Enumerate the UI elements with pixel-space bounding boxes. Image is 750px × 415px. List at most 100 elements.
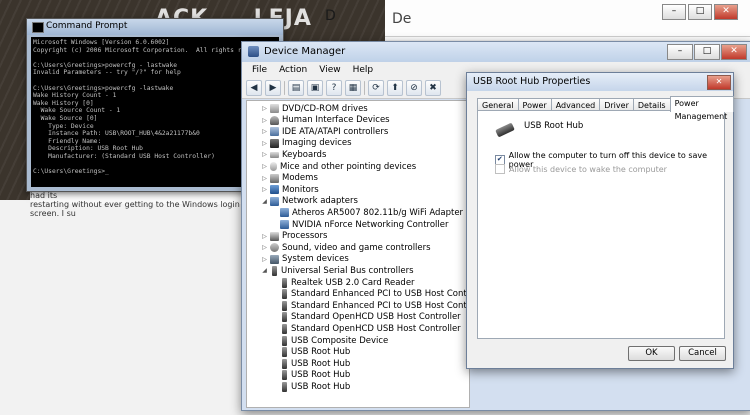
- collapse-icon[interactable]: ◢: [261, 267, 268, 274]
- usb-icon: [282, 381, 287, 392]
- view-icon[interactable]: ▦: [345, 80, 361, 96]
- dialog-close-button[interactable]: ✕: [707, 75, 731, 90]
- device-label: Standard OpenHCD USB Host Controller: [291, 312, 461, 323]
- tab-power-management[interactable]: Power Management: [669, 96, 734, 121]
- usb-icon: [282, 277, 287, 288]
- expand-icon[interactable]: ▷: [261, 140, 268, 147]
- close-button[interactable]: ✕: [714, 4, 738, 20]
- sound-icon: [270, 243, 279, 253]
- ide-icon: [270, 127, 279, 137]
- expand-icon[interactable]: ▷: [261, 163, 268, 170]
- browser-caption-buttons: – □ ✕: [662, 4, 738, 20]
- webpage-title-fragment: De: [392, 11, 412, 27]
- device-category[interactable]: ◢ Network adapters: [261, 196, 358, 207]
- banner-partial-text: D: [325, 8, 336, 24]
- device-category[interactable]: ▷ Processors: [261, 231, 327, 242]
- cancel-button[interactable]: Cancel: [679, 346, 726, 361]
- expand-icon[interactable]: ▷: [261, 175, 268, 182]
- device-label: Realtek USB 2.0 Card Reader: [291, 277, 415, 288]
- usb-root-hub-properties-dialog[interactable]: USB Root Hub Properties ✕ General Power …: [466, 72, 734, 369]
- usb-plug-icon: [495, 122, 515, 138]
- device-item[interactable]: USB Root Hub: [271, 358, 350, 369]
- update-driver-icon[interactable]: ⬆: [387, 80, 403, 96]
- allow-wake-label: Allow this device to wake the computer: [509, 164, 667, 174]
- help-icon[interactable]: ?: [326, 80, 342, 96]
- forward-icon[interactable]: ▶: [265, 80, 281, 96]
- device-item[interactable]: USB Root Hub: [271, 347, 350, 358]
- expand-icon[interactable]: ▷: [261, 186, 268, 193]
- back-icon[interactable]: ◀: [246, 80, 262, 96]
- divider: [385, 36, 750, 37]
- dialog-titlebar[interactable]: USB Root Hub Properties ✕: [467, 73, 733, 91]
- device-category[interactable]: ▷ System devices: [261, 254, 349, 265]
- device-category[interactable]: ▷ Imaging devices: [261, 138, 352, 149]
- scan-hardware-icon[interactable]: ⟳: [368, 80, 384, 96]
- camera-icon: [270, 138, 279, 148]
- device-label: Imaging devices: [282, 138, 352, 149]
- maximize-button[interactable]: □: [694, 44, 720, 60]
- device-category[interactable]: ▷ Human Interface Devices: [261, 115, 389, 126]
- expand-icon[interactable]: ▷: [261, 105, 268, 112]
- device-item[interactable]: Standard Enhanced PCI to USB Host Contro…: [271, 300, 469, 311]
- expand-icon[interactable]: ▷: [261, 128, 268, 135]
- device-manager-titlebar[interactable]: Device Manager – □ ✕: [242, 42, 750, 62]
- ok-button[interactable]: OK: [628, 346, 675, 361]
- expand-icon[interactable]: ▷: [261, 117, 268, 124]
- minimize-button[interactable]: –: [667, 44, 693, 60]
- device-label: USB Root Hub: [291, 358, 351, 369]
- device-category[interactable]: ▷ Sound, video and game controllers: [261, 242, 431, 253]
- properties-icon[interactable]: ▣: [307, 80, 323, 96]
- expand-icon[interactable]: ▷: [261, 244, 268, 251]
- network-icon: [280, 208, 289, 218]
- console-tree-icon[interactable]: ▤: [288, 80, 304, 96]
- device-label: System devices: [282, 254, 349, 265]
- device-item[interactable]: Standard OpenHCD USB Host Controller: [271, 312, 461, 323]
- device-item[interactable]: Atheros AR5007 802.11b/g WiFi Adapter: [271, 207, 463, 218]
- device-label: Universal Serial Bus controllers: [281, 265, 414, 276]
- device-item[interactable]: NVIDIA nForce Networking Controller: [271, 219, 448, 230]
- device-category[interactable]: ▷ DVD/CD-ROM drives: [261, 103, 368, 114]
- device-category[interactable]: ◢ Universal Serial Bus controllers: [261, 265, 414, 276]
- device-item[interactable]: USB Root Hub: [271, 381, 350, 392]
- usb-icon: [282, 289, 287, 300]
- close-button[interactable]: ✕: [721, 44, 747, 60]
- menu-action[interactable]: Action: [277, 65, 309, 75]
- expand-icon[interactable]: ▷: [261, 256, 268, 263]
- command-prompt-titlebar[interactable]: Command Prompt: [27, 19, 283, 35]
- device-category[interactable]: ▷ Keyboards: [261, 149, 326, 160]
- usb-icon: [282, 300, 287, 311]
- disable-device-icon[interactable]: ⊘: [406, 80, 422, 96]
- usb-icon: [282, 323, 287, 334]
- menu-help[interactable]: Help: [351, 65, 376, 75]
- device-item[interactable]: Realtek USB 2.0 Card Reader: [271, 277, 415, 288]
- maximize-button[interactable]: □: [688, 4, 712, 20]
- menu-file[interactable]: File: [250, 65, 269, 75]
- menu-view[interactable]: View: [317, 65, 342, 75]
- device-category[interactable]: ▷ Mice and other pointing devices: [261, 161, 416, 172]
- network-icon: [280, 220, 289, 229]
- device-item[interactable]: USB Root Hub: [271, 370, 350, 381]
- device-label: USB Composite Device: [291, 335, 389, 346]
- device-label: USB Root Hub: [291, 381, 351, 392]
- device-item[interactable]: USB Composite Device: [271, 335, 388, 346]
- device-category[interactable]: ▷ Modems: [261, 173, 318, 184]
- device-label: Sound, video and game controllers: [282, 242, 431, 253]
- device-category[interactable]: ▷ Monitors: [261, 184, 319, 195]
- minimize-button[interactable]: –: [662, 4, 686, 20]
- system-icon: [270, 254, 279, 264]
- device-item[interactable]: Standard OpenHCD USB Host Controller: [271, 323, 461, 334]
- device-label: USB Root Hub: [291, 370, 351, 381]
- device-category[interactable]: ▷ IDE ATA/ATAPI controllers: [261, 126, 388, 137]
- uninstall-device-icon[interactable]: ✖: [425, 80, 441, 96]
- device-tree[interactable]: ▷ DVD/CD-ROM drives ▷ Human Interface Devic…: [246, 100, 470, 408]
- usb-icon: [282, 347, 287, 358]
- device-manager-title: Device Manager: [264, 46, 346, 57]
- device-label: Mice and other pointing devices: [280, 161, 417, 172]
- expand-icon[interactable]: ▷: [261, 151, 268, 158]
- device-label: IDE ATA/ATAPI controllers: [282, 126, 389, 137]
- webpage-text-line-2: restarting without ever getting to the W…: [30, 200, 240, 218]
- allow-wake-row: Allow this device to wake the computer: [495, 164, 667, 174]
- collapse-icon[interactable]: ◢: [261, 198, 268, 205]
- expand-icon[interactable]: ▷: [261, 233, 268, 240]
- device-item[interactable]: Standard Enhanced PCI to USB Host Contro…: [271, 289, 469, 300]
